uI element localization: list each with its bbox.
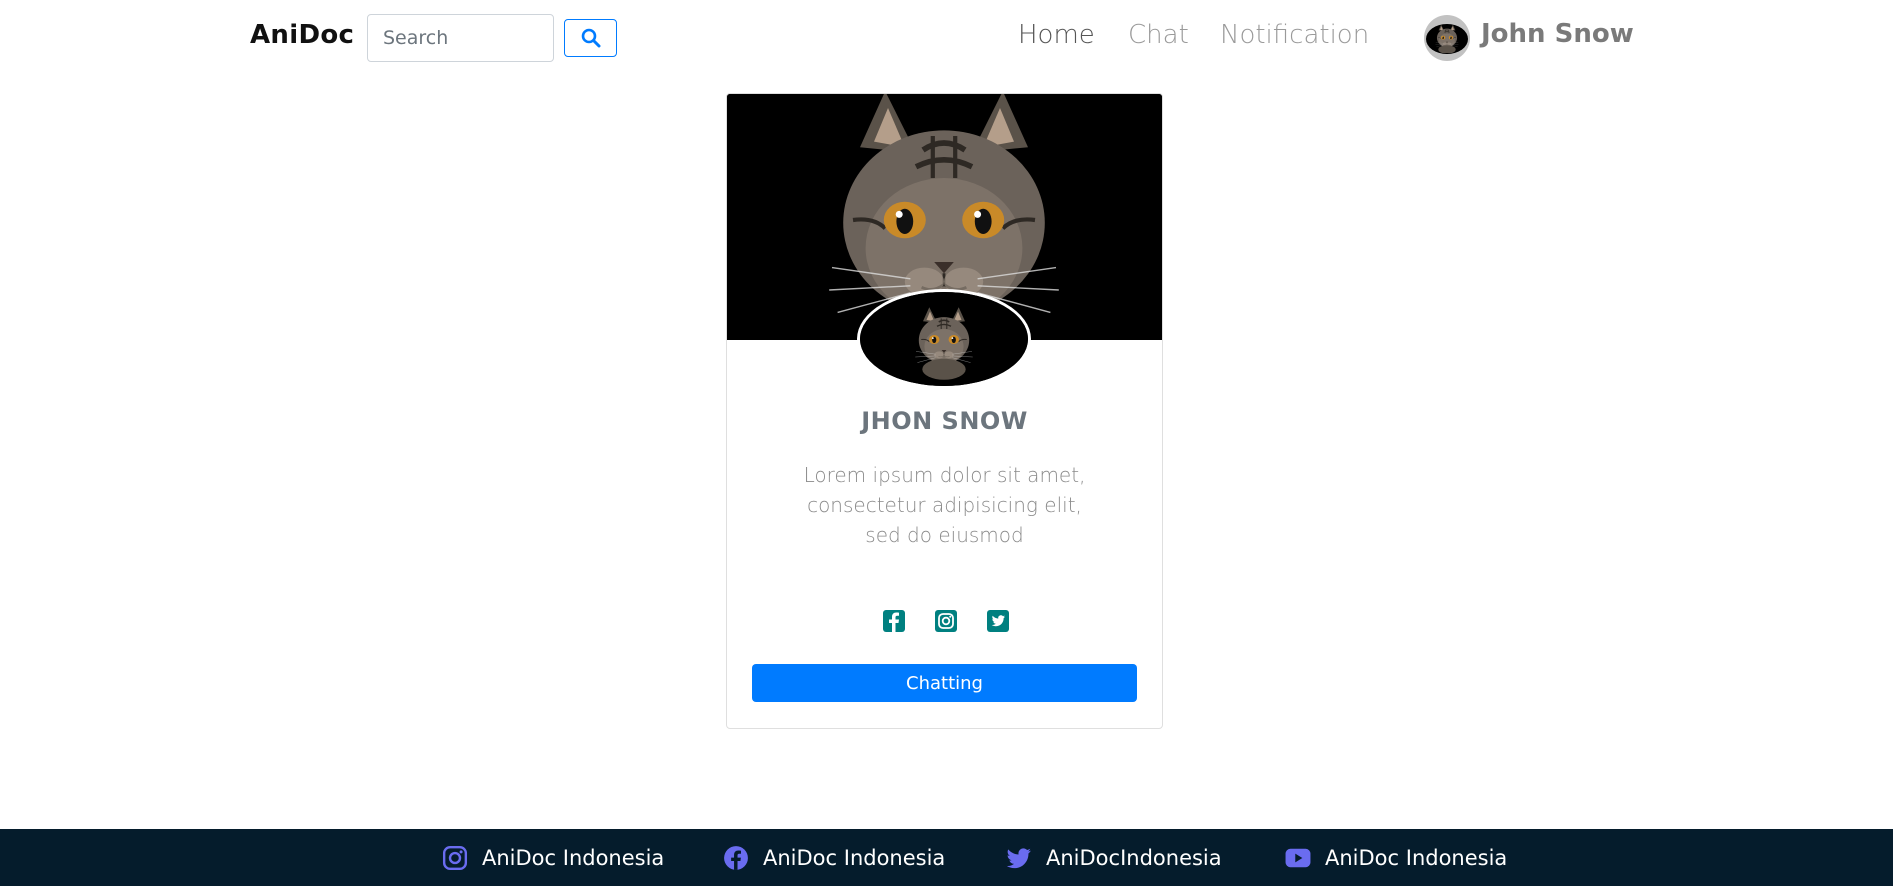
instagram-icon [442,845,468,871]
footer-youtube-link[interactable]: AniDoc Indonesia [1285,844,1507,872]
brand-logo[interactable]: AniDoc [250,20,354,50]
facebook-square-icon[interactable] [882,609,906,633]
profile-avatar [857,289,1031,389]
search-icon [581,28,600,48]
facebook-icon [724,846,748,870]
instagram-square-icon[interactable] [934,609,958,633]
footer-instagram-link[interactable]: AniDoc Indonesia [442,844,664,872]
search-input[interactable] [367,14,554,62]
user-name[interactable]: John Snow [1481,19,1634,49]
description-line: sed do eiusmod [865,523,1024,547]
user-avatar[interactable] [1424,15,1470,61]
profile-card: JHON SNOW Lorem ipsum dolor sit amet, co… [726,93,1163,729]
profile-description: Lorem ipsum dolor sit amet, consectetur … [787,460,1102,550]
twitter-icon [1006,848,1031,869]
footer-link-label: AniDocIndonesia [1046,846,1222,870]
nav-home-link[interactable]: Home [1018,20,1095,50]
description-line: consectetur adipisicing elit, [807,493,1082,517]
search-button[interactable] [564,19,617,57]
footer-link-label: AniDoc Indonesia [763,846,946,870]
profile-name: JHON SNOW [861,407,1028,435]
twitter-square-icon[interactable] [986,609,1010,633]
footer-twitter-link[interactable]: AniDocIndonesia [1006,844,1222,872]
chatting-button[interactable]: Chatting [752,664,1137,702]
footer-link-label: AniDoc Indonesia [1325,846,1508,870]
footer-link-label: AniDoc Indonesia [482,846,665,870]
navbar: AniDoc Home Chat Notification John Snow [0,0,1893,76]
youtube-icon [1285,848,1311,868]
description-line: Lorem ipsum dolor sit amet, [803,463,1086,487]
nav-chat-link[interactable]: Chat [1128,20,1189,50]
footer-facebook-link[interactable]: AniDoc Indonesia [723,844,945,872]
footer: AniDoc Indonesia AniDoc Indonesia AniDoc… [0,829,1893,886]
nav-notification-link[interactable]: Notification [1220,20,1369,50]
